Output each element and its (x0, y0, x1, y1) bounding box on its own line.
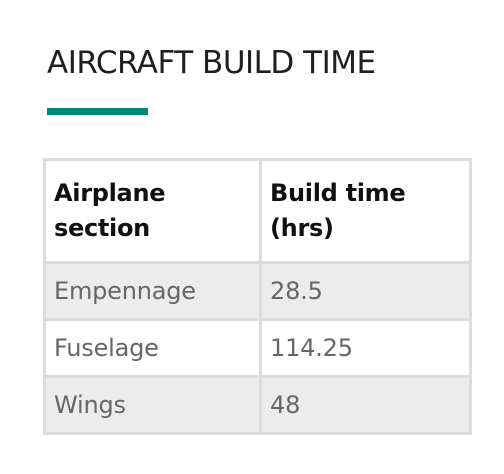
header-build-time: Build time (hrs) (259, 158, 472, 264)
table-row: Fuselage 114.25 (43, 318, 472, 378)
page-title: AIRCRAFT BUILD TIME (47, 45, 376, 81)
cell-build-time: 48 (259, 375, 472, 435)
cell-section: Empennage (43, 261, 262, 321)
build-time-table: Airplane section Build time (hrs) Empenn… (43, 158, 472, 435)
cell-build-time: 28.5 (259, 261, 472, 321)
cell-section: Fuselage (43, 318, 262, 378)
table-row: Empennage 28.5 (43, 261, 472, 321)
cell-build-time: 114.25 (259, 318, 472, 378)
title-accent-bar (47, 108, 148, 115)
table-row: Wings 48 (43, 375, 472, 435)
cell-section: Wings (43, 375, 262, 435)
header-airplane-section: Airplane section (43, 158, 262, 264)
table-header-row: Airplane section Build time (hrs) (43, 158, 472, 264)
